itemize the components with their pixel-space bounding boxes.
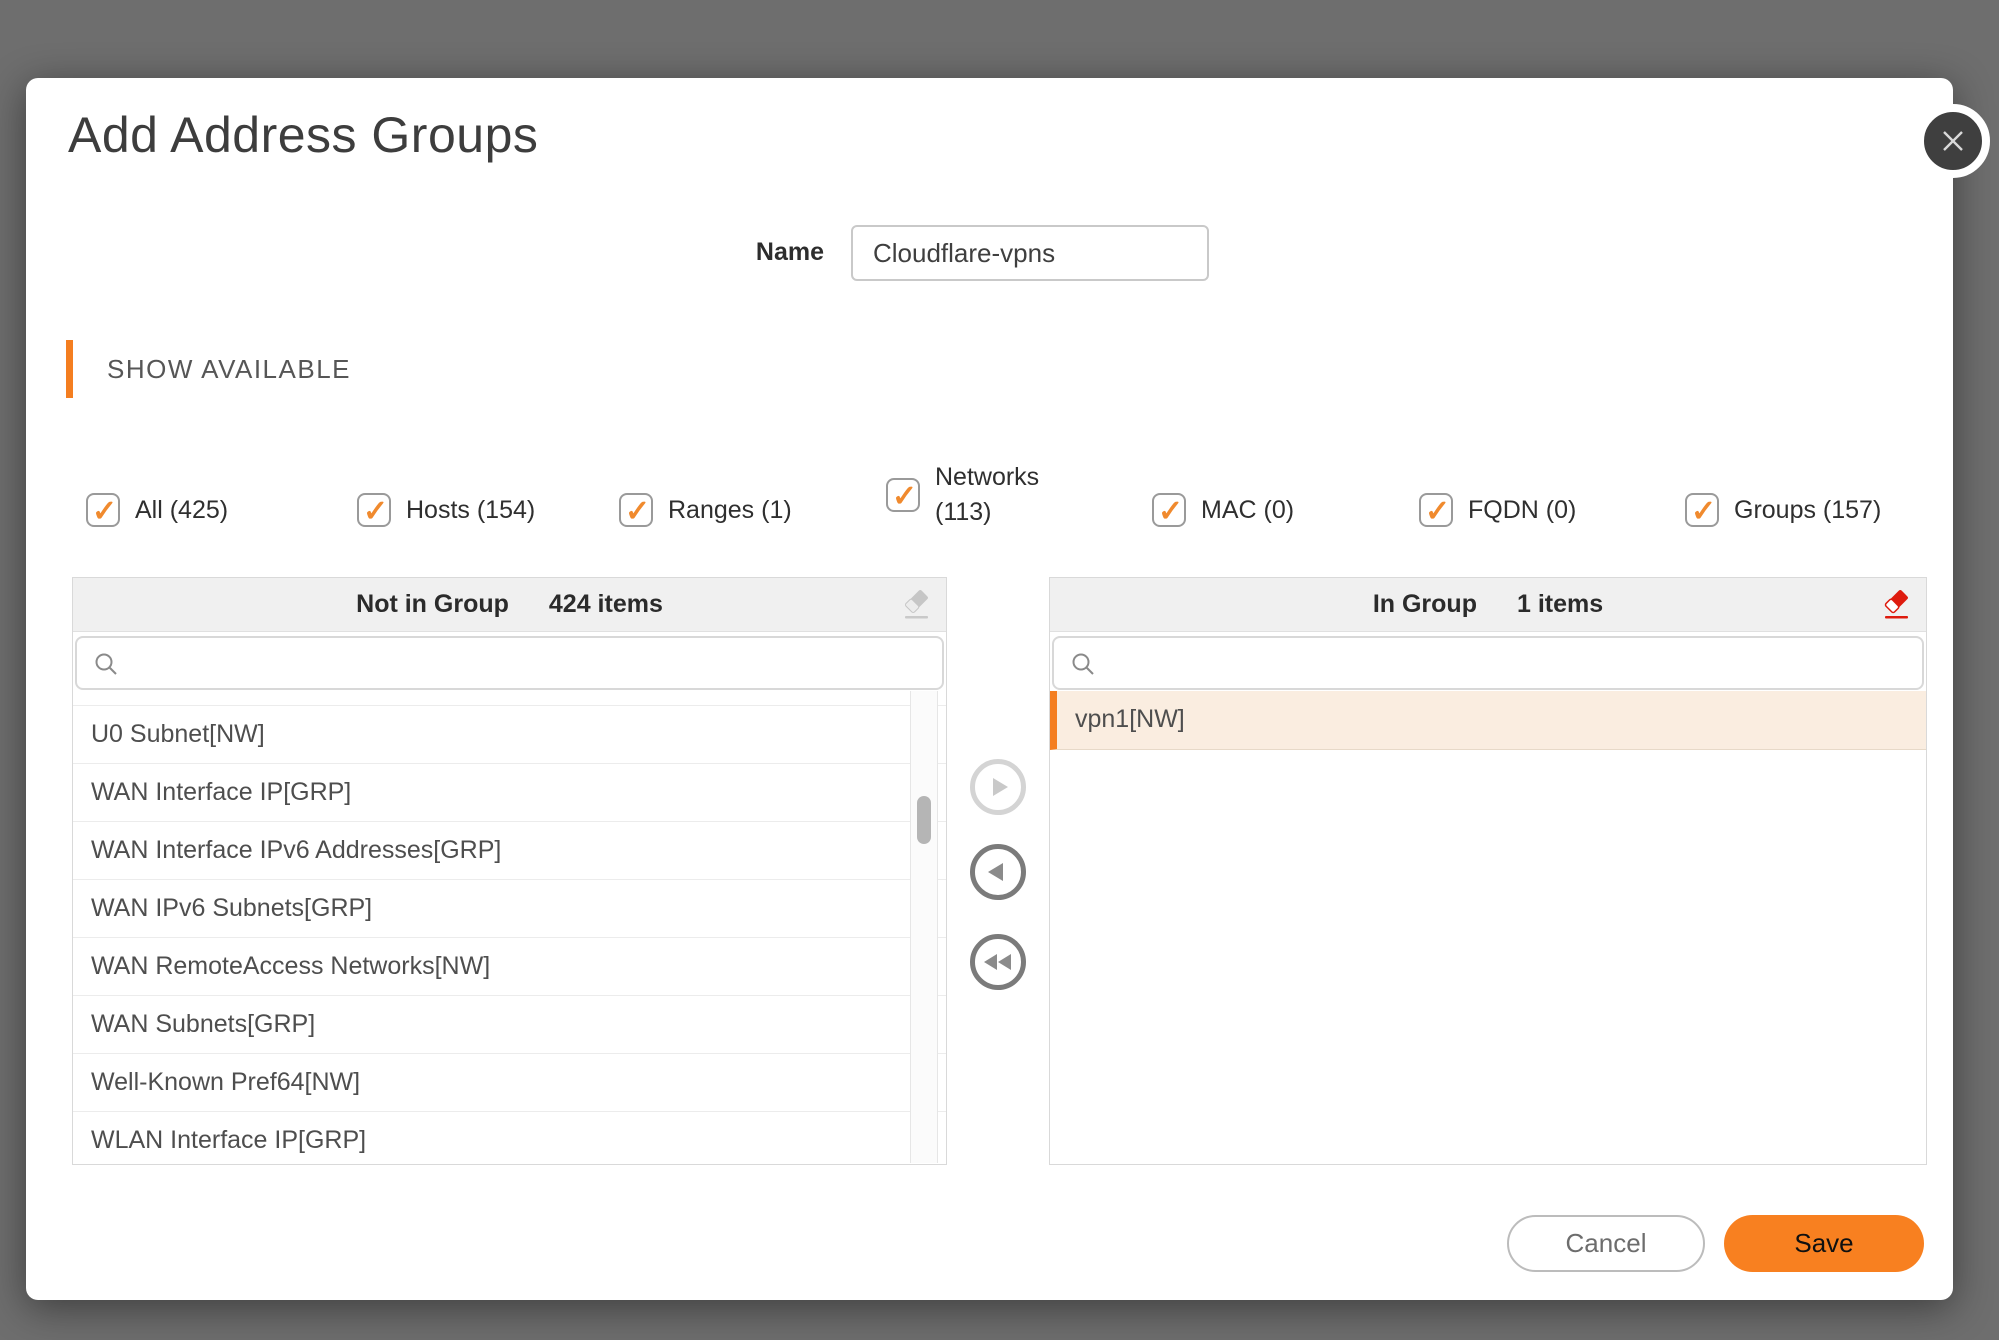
modal-backdrop: Add Address Groups Name SHOW AVAILABLE A… — [0, 0, 1999, 1340]
filter-mac: MAC (0) — [1152, 493, 1294, 527]
not-in-group-search-input[interactable] — [131, 638, 934, 688]
checkbox-hosts[interactable] — [357, 493, 391, 527]
not-in-group-scrollbar[interactable] — [910, 691, 938, 1163]
show-available-section: SHOW AVAILABLE — [66, 340, 351, 398]
filter-all-label: All (425) — [135, 496, 228, 525]
save-button[interactable]: Save — [1724, 1215, 1924, 1272]
name-label: Name — [606, 225, 824, 279]
not-in-group-count: 424 items — [549, 590, 663, 619]
list-item[interactable]: WAN IPv6 Subnets[GRP] — [73, 880, 946, 938]
checkbox-groups[interactable] — [1685, 493, 1719, 527]
in-group-header: In Group 1 items — [1050, 578, 1926, 632]
close-button[interactable] — [1916, 104, 1990, 178]
dialog-title: Add Address Groups — [68, 106, 538, 164]
scrollbar-thumb[interactable] — [917, 796, 931, 844]
not-in-group-title: Not in Group — [356, 590, 509, 619]
search-icon — [1070, 651, 1098, 679]
filter-fqdn: FQDN (0) — [1419, 493, 1576, 527]
filter-groups: Groups (157) — [1685, 493, 1881, 527]
cancel-button[interactable]: Cancel — [1507, 1215, 1705, 1272]
filter-groups-label: Groups (157) — [1734, 496, 1881, 525]
filter-networks: Networks (113) — [886, 460, 1051, 530]
list-item[interactable]: WAN Subnets[GRP] — [73, 996, 946, 1054]
list-item[interactable]: Well-Known Pref64[NW] — [73, 1054, 946, 1112]
checkbox-fqdn[interactable] — [1419, 493, 1453, 527]
in-group-search-input[interactable] — [1108, 638, 1914, 688]
in-group-searchbox — [1052, 636, 1924, 690]
arrow-left-icon — [981, 855, 1015, 889]
filter-hosts-label: Hosts (154) — [406, 496, 535, 525]
eraser-icon — [898, 588, 934, 622]
not-in-group-header: Not in Group 424 items — [73, 578, 946, 632]
section-accent-bar — [66, 340, 73, 398]
checkbox-all[interactable] — [86, 493, 120, 527]
add-address-groups-dialog: Add Address Groups Name SHOW AVAILABLE A… — [26, 78, 1953, 1300]
filter-ranges: Ranges (1) — [619, 493, 792, 527]
checkbox-mac[interactable] — [1152, 493, 1186, 527]
list-item[interactable]: WLAN Interface IP[GRP] — [73, 1112, 946, 1164]
section-header-label: SHOW AVAILABLE — [107, 354, 351, 385]
filter-networks-label: Networks (113) — [935, 460, 1051, 530]
name-input[interactable] — [851, 225, 1209, 281]
list-item[interactable]: WAN RemoteAccess Networks[NW] — [73, 938, 946, 996]
list-item[interactable]: U0 Subnet[NW] — [73, 706, 946, 764]
clear-right-selection-button[interactable] — [1878, 588, 1914, 622]
filter-all: All (425) — [86, 493, 228, 527]
checkbox-ranges[interactable] — [619, 493, 653, 527]
filter-fqdn-label: FQDN (0) — [1468, 496, 1576, 525]
close-icon — [1936, 124, 1970, 158]
not-in-group-panel: Not in Group 424 items — [72, 577, 947, 1165]
list-item[interactable]: WAN Interface IPv6 Addresses[GRP] — [73, 822, 946, 880]
arrow-right-icon — [981, 770, 1015, 804]
search-icon — [93, 651, 121, 679]
checkbox-networks[interactable] — [886, 478, 920, 512]
move-right-button[interactable] — [970, 759, 1026, 815]
list-item-partial — [73, 691, 946, 706]
in-group-title: In Group — [1373, 590, 1477, 619]
not-in-group-searchbox — [75, 636, 944, 690]
in-group-count: 1 items — [1517, 590, 1603, 619]
move-all-left-button[interactable] — [970, 934, 1026, 990]
clear-left-selection-button — [898, 588, 934, 622]
move-left-button[interactable] — [970, 844, 1026, 900]
list-item[interactable]: vpn1[NW] — [1050, 691, 1926, 750]
in-group-list: vpn1[NW] — [1050, 691, 1926, 1164]
not-in-group-list: U0 Subnet[NW]WAN Interface IP[GRP]WAN In… — [73, 691, 946, 1164]
filter-mac-label: MAC (0) — [1201, 496, 1294, 525]
filter-ranges-label: Ranges (1) — [668, 496, 792, 525]
in-group-panel: In Group 1 items — [1049, 577, 1927, 1165]
list-item[interactable]: WAN Interface IP[GRP] — [73, 764, 946, 822]
double-arrow-left-icon — [980, 945, 1016, 979]
filter-hosts: Hosts (154) — [357, 493, 535, 527]
eraser-icon — [1878, 588, 1914, 622]
